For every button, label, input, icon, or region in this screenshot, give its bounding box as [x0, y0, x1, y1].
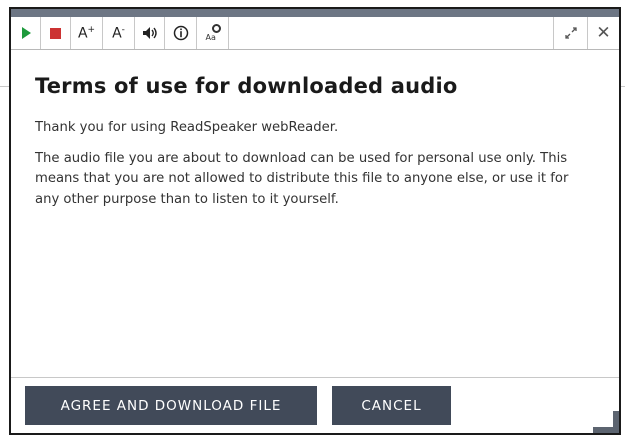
- close-button[interactable]: ✕: [587, 17, 619, 49]
- volume-button[interactable]: [135, 17, 165, 49]
- volume-icon: [142, 27, 157, 39]
- agree-and-download-button[interactable]: AGREE AND DOWNLOAD FILE: [25, 386, 317, 425]
- text-settings-label: Aa: [205, 33, 216, 42]
- decrease-font-button[interactable]: A-: [103, 17, 135, 49]
- dialog-title: Terms of use for downloaded audio: [35, 74, 458, 98]
- text-settings-icon: Aa: [204, 24, 222, 42]
- info-button[interactable]: [165, 17, 197, 49]
- info-icon: [173, 25, 188, 41]
- play-button[interactable]: [11, 17, 41, 49]
- gear-icon: [211, 24, 221, 33]
- stop-button[interactable]: [41, 17, 71, 49]
- font-increase-icon: A+: [77, 24, 96, 42]
- close-icon: ✕: [596, 23, 611, 43]
- increase-font-button[interactable]: A+: [71, 17, 103, 49]
- thank-you-text: Thank you for using ReadSpeaker webReade…: [35, 120, 339, 135]
- stop-icon: [50, 27, 61, 39]
- dialog-content: Terms of use for downloaded audio Thank …: [11, 50, 619, 210]
- terms-text: The audio file you are about to download…: [35, 150, 569, 207]
- resize-handle-horizontal: [593, 427, 619, 433]
- terms-dialog: A+ A- Aa ✕ Terms of use for downloaded a…: [9, 7, 621, 435]
- cancel-button[interactable]: CANCEL: [332, 386, 451, 425]
- expand-button[interactable]: [553, 17, 587, 49]
- player-toolbar: A+ A- Aa ✕: [11, 17, 619, 50]
- text-settings-button[interactable]: Aa: [197, 17, 229, 49]
- font-decrease-icon: A-: [112, 24, 125, 42]
- dialog-footer: AGREE AND DOWNLOAD FILE CANCEL: [11, 377, 619, 433]
- expand-icon: [564, 27, 577, 39]
- dialog-top-bar[interactable]: [11, 9, 619, 17]
- resize-handle[interactable]: [593, 407, 619, 433]
- play-icon: [22, 27, 31, 39]
